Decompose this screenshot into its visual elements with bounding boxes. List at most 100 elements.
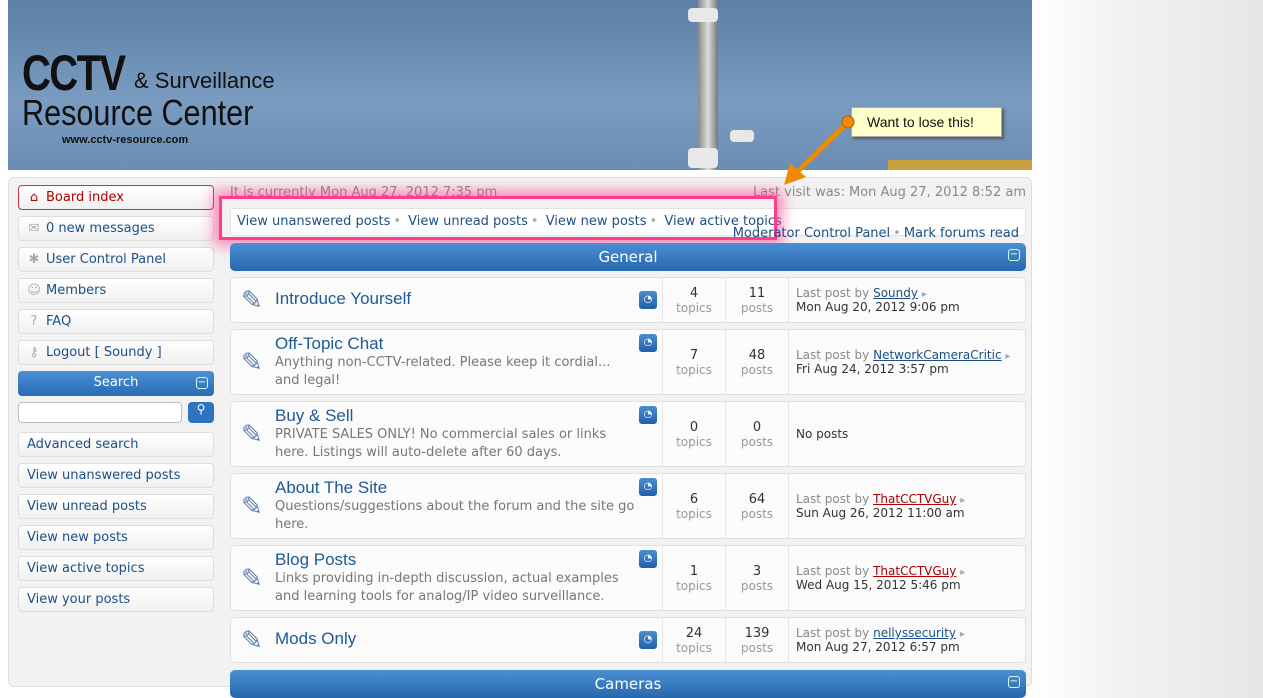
sidebar-item-5[interactable]: ⚷ Logout [ Soundy ] xyxy=(18,340,214,365)
view-latest-post-icon[interactable]: ▸ xyxy=(960,567,965,578)
sidebar-item-2[interactable]: ✱ User Control Panel xyxy=(18,247,214,272)
camera-pole-image xyxy=(698,0,718,170)
rss-feed-icon[interactable]: ◔ xyxy=(639,334,657,352)
question-icon: ? xyxy=(30,314,38,329)
last-post-date: Mon Aug 27, 2012 6:57 pm xyxy=(796,640,960,654)
collapse-icon[interactable]: − xyxy=(196,377,208,389)
sidebar-item-3[interactable]: ☺ Members xyxy=(18,278,214,303)
site-logo[interactable]: CCTV & Surveillance Resource Center www.… xyxy=(22,44,294,146)
forum-row: ✎ Blog Posts Links providing in-depth dis… xyxy=(230,545,1026,611)
annotation-arrow-icon xyxy=(784,115,855,185)
forum-row: ✎ Introduce Yourself ◔ 4 topics 11 posts L… xyxy=(230,277,1026,323)
last-post-date: Mon Aug 20, 2012 9:06 pm xyxy=(796,300,960,314)
forum-title-link[interactable]: Blog Posts xyxy=(275,550,635,570)
forum-read-icon: ✎ xyxy=(241,564,263,594)
logo-text: Resource Center xyxy=(22,92,254,133)
posts-label: posts xyxy=(740,300,774,315)
last-post-label: Last post by xyxy=(796,626,870,640)
sidebar-link-2[interactable]: View unread posts xyxy=(18,494,214,519)
forum-description: Anything non-CCTV-related. Please keep i… xyxy=(275,355,611,388)
post-count: 48 xyxy=(748,347,766,363)
forum-title-link[interactable]: Introduce Yourself xyxy=(275,289,411,309)
sidebar-item-4[interactable]: ? FAQ xyxy=(18,309,214,334)
sidebar-link-5[interactable]: View your posts xyxy=(18,587,214,612)
search-input[interactable] xyxy=(18,402,182,423)
last-post-author[interactable]: ThatCCTVGuy xyxy=(873,492,956,506)
posts-label: posts xyxy=(740,362,774,377)
forum-row: ✎ Buy & Sell PRIVATE SALES ONLY! No comme… xyxy=(230,401,1026,467)
link-moderator-cp[interactable]: Moderator Control Panel xyxy=(733,226,890,241)
last-visit: Last visit was: Mon Aug 27, 2012 8:52 am xyxy=(752,185,1026,200)
collapse-icon[interactable]: − xyxy=(1008,676,1020,688)
camera-image xyxy=(688,148,718,168)
sidebar-link-3[interactable]: View new posts xyxy=(18,525,214,550)
last-post: No posts xyxy=(788,402,1025,466)
sidebar-item-label: Members xyxy=(46,283,107,298)
collapse-icon[interactable]: − xyxy=(1008,249,1020,261)
post-count: 139 xyxy=(744,625,770,641)
camera-image xyxy=(688,8,718,22)
rss-feed-icon[interactable]: ◔ xyxy=(639,631,657,649)
sidebar-link-label: View unread posts xyxy=(27,499,147,514)
last-post-author[interactable]: NetworkCameraCritic xyxy=(873,348,1001,362)
forum-read-icon: ✎ xyxy=(241,286,263,316)
forum-title-link[interactable]: About The Site xyxy=(275,478,635,498)
sidebar-link-4[interactable]: View active topics xyxy=(18,556,214,581)
topics-label: topics xyxy=(676,434,712,449)
last-post-date: Wed Aug 15, 2012 5:46 pm xyxy=(796,578,961,592)
forum-title-link[interactable]: Off-Topic Chat xyxy=(275,334,635,354)
rss-feed-icon[interactable]: ◔ xyxy=(639,550,657,568)
site-header-banner: CCTV & Surveillance Resource Center www.… xyxy=(8,0,1032,170)
forum-row: ✎ Mods Only ◔ 24 topics 139 posts Last pos… xyxy=(230,617,1026,663)
forum-read-icon: ✎ xyxy=(241,492,263,522)
last-post: Last post by nellyssecurity ▸ Mon Aug 27,… xyxy=(788,618,1025,662)
sidebar-link-1[interactable]: View unanswered posts xyxy=(18,463,214,488)
post-count: 3 xyxy=(752,563,762,579)
last-post-author[interactable]: ThatCCTVGuy xyxy=(873,564,956,578)
post-count: 11 xyxy=(748,285,766,301)
last-post-author[interactable]: nellyssecurity xyxy=(873,626,956,640)
sidebar-item-1[interactable]: ✉ 0 new messages xyxy=(18,216,214,241)
search-icon: ⚲ xyxy=(196,402,206,416)
forum-title-link[interactable]: Mods Only xyxy=(275,629,356,649)
forum-row: ✎ About The Site Questions/suggestions ab… xyxy=(230,473,1026,539)
search-title: Search xyxy=(93,375,139,390)
search-button[interactable]: ⚲ xyxy=(188,402,214,423)
last-post-date: Fri Aug 24, 2012 3:57 pm xyxy=(796,362,949,376)
topic-count: 4 xyxy=(689,285,699,301)
last-post-label: Last post by xyxy=(796,286,870,300)
sidebar-link-label: Advanced search xyxy=(27,437,139,452)
category-header[interactable]: Cameras − xyxy=(230,670,1026,698)
envelope-icon: ✉ xyxy=(28,221,40,236)
rss-feed-icon[interactable]: ◔ xyxy=(639,406,657,424)
view-latest-post-icon[interactable]: ▸ xyxy=(1005,351,1010,362)
last-post-label: Last post by xyxy=(796,564,870,578)
posts-label: posts xyxy=(740,434,774,449)
topics-label: topics xyxy=(676,578,712,593)
sidebar-link-0[interactable]: Advanced search xyxy=(18,432,214,457)
forum-row: ✎ Off-Topic Chat Anything non-CCTV-relate… xyxy=(230,329,1026,395)
rss-feed-icon[interactable]: ◔ xyxy=(639,478,657,496)
posts-label: posts xyxy=(740,506,774,521)
topic-count: 1 xyxy=(689,563,699,579)
sidebar-item-0[interactable]: ⌂ Board index xyxy=(18,185,214,210)
last-post: Last post by ThatCCTVGuy ▸ Wed Aug 15, 20… xyxy=(788,546,1025,610)
category-title: Cameras xyxy=(594,675,662,693)
topic-count: 24 xyxy=(685,625,703,641)
forum-read-icon: ✎ xyxy=(241,420,263,450)
last-post-date: Sun Aug 26, 2012 11:00 am xyxy=(796,506,965,520)
last-post: Last post by Soundy ▸ Mon Aug 20, 2012 9:… xyxy=(788,278,1025,322)
forum-title-link[interactable]: Buy & Sell xyxy=(275,406,635,426)
sidebar: ⌂ Board index ✉ 0 new messages ✱ User Control… xyxy=(18,185,214,618)
user-icon: ☺ xyxy=(27,283,41,298)
last-post-author[interactable]: Soundy xyxy=(873,286,918,300)
view-latest-post-icon[interactable]: ▸ xyxy=(960,495,965,506)
category-header[interactable]: General − xyxy=(230,243,1026,271)
rss-feed-icon[interactable]: ◔ xyxy=(639,291,657,309)
search-header: Search − xyxy=(18,371,214,396)
topics-label: topics xyxy=(676,640,712,655)
link-mark-forums-read[interactable]: Mark forums read xyxy=(904,226,1019,241)
sidebar-link-label: View unanswered posts xyxy=(27,468,181,483)
view-latest-post-icon[interactable]: ▸ xyxy=(922,289,927,300)
view-latest-post-icon[interactable]: ▸ xyxy=(960,629,965,640)
